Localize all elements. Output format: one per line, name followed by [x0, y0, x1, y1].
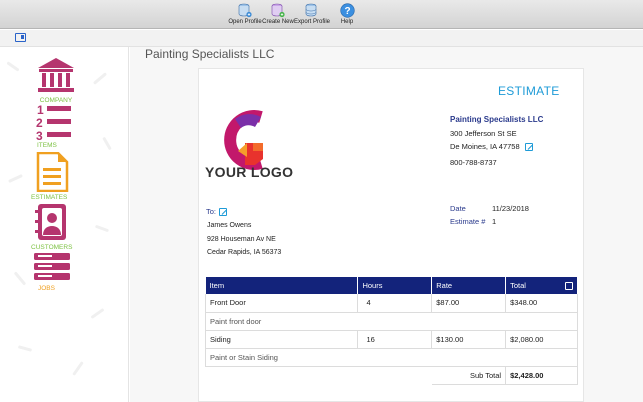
sidebar-item-label: ITEMS	[37, 142, 57, 149]
item-cell: Front Door	[204, 294, 359, 313]
estimate-heading: ESTIMATE	[498, 84, 560, 98]
numbered-list-icon: 1 2 3	[36, 103, 71, 143]
table-row[interactable]: Siding 16 $130.00 $2,080.00	[204, 330, 578, 349]
client-city: Cedar Rapids, IA 56373	[207, 249, 282, 256]
subtotal-value: $2,428.00	[505, 366, 578, 385]
background-squiggle	[94, 224, 110, 233]
background-squiggle	[6, 61, 20, 72]
svg-text:1: 1	[37, 103, 44, 117]
svg-text:?: ?	[344, 6, 350, 17]
sidebar-item-label: ESTIMATES	[31, 194, 68, 201]
company-phone: 800-788-8737	[450, 158, 497, 167]
company-name: Painting Specialists LLC	[450, 115, 544, 124]
column-header-item: Item	[205, 277, 359, 294]
edit-icon[interactable]	[524, 143, 533, 152]
client-street: 928 Houseman Av NE	[207, 236, 276, 243]
database-open-icon	[238, 3, 252, 18]
svg-text:2: 2	[36, 116, 43, 130]
company-city-line: De Moines, IA 47758	[450, 142, 533, 152]
rate-cell: $87.00	[431, 294, 507, 313]
stack-icon	[34, 253, 70, 280]
sub-toolbar	[0, 30, 643, 47]
table-row-description[interactable]: Paint front door	[205, 312, 578, 331]
column-header-rate: Rate	[431, 277, 507, 294]
background-squiggle	[8, 173, 23, 184]
sidebar: COMPANY 1 2 3 ITEMS ESTIMATES CUSTOMERS …	[0, 47, 129, 402]
estimate-number-label: Estimate #	[450, 217, 486, 226]
sidebar-toggle-icon[interactable]	[15, 33, 26, 42]
sidebar-item-label: JOBS	[38, 285, 55, 292]
hours-cell: 16	[357, 330, 433, 349]
subtotal-row: Sub Total $2,428.00	[206, 366, 578, 385]
column-header-total-label: Total	[510, 281, 526, 290]
bank-icon	[38, 58, 74, 92]
total-cell: $2,080.00	[505, 330, 578, 349]
table-header-row: Item Hours Rate Total	[205, 277, 578, 294]
subtotal-label: Sub Total	[431, 366, 507, 385]
sidebar-item-items[interactable]: 1 2 3 ITEMS	[31, 103, 81, 149]
total-cell: $348.00	[505, 294, 578, 313]
edit-icon[interactable]	[219, 208, 228, 217]
client-name: James Owens	[207, 222, 252, 229]
sidebar-item-estimates[interactable]: ESTIMATES	[31, 151, 81, 201]
date-value[interactable]: 11/23/2018	[492, 204, 529, 213]
to-label: To:	[206, 207, 217, 216]
background-squiggle	[13, 271, 27, 286]
hours-cell: 4	[357, 294, 433, 313]
background-squiggle	[17, 345, 33, 352]
background-squiggle	[102, 136, 112, 151]
svg-text:3: 3	[36, 129, 43, 141]
item-cell: Siding	[204, 330, 359, 349]
main-panel: Painting Specialists LLC YOUR LOGO ESTIM…	[130, 47, 643, 402]
help-label: Help	[340, 19, 354, 25]
sidebar-item-company[interactable]: COMPANY	[31, 57, 81, 104]
estimate-document: YOUR LOGO ESTIMATE Painting Specialists …	[198, 68, 584, 402]
logo-text: YOUR LOGO	[205, 164, 294, 180]
edit-icon[interactable]	[565, 282, 573, 290]
toolbar: Open Profile Create New Export Profile ?…	[0, 0, 643, 29]
column-header-hours: Hours	[357, 277, 433, 294]
table-row[interactable]: Front Door 4 $87.00 $348.00	[204, 294, 578, 313]
page-title: Painting Specialists LLC	[145, 47, 275, 61]
contact-book-icon	[35, 204, 66, 240]
sidebar-item-jobs[interactable]: JOBS	[31, 252, 81, 292]
database-add-icon	[271, 3, 285, 18]
description-cell: Paint front door	[205, 312, 578, 331]
to-label-line: To:	[206, 207, 228, 217]
background-squiggle	[92, 72, 108, 85]
estimate-number-value[interactable]: 1	[492, 217, 496, 226]
help-button[interactable]: ? Help	[325, 3, 369, 28]
company-city: De Moines, IA 47758	[450, 142, 520, 151]
rate-cell: $130.00	[431, 330, 507, 349]
sidebar-item-label: CUSTOMERS	[31, 244, 73, 251]
background-squiggle	[72, 361, 84, 376]
background-squiggle	[90, 307, 105, 320]
document-icon	[36, 151, 69, 193]
line-items-table: Item Hours Rate Total Front Door 4 $87.0…	[204, 277, 578, 385]
empty-cell	[206, 366, 432, 384]
table-row-description[interactable]: Paint or Stain Siding	[205, 348, 578, 367]
date-label: Date	[450, 204, 466, 213]
database-export-icon	[305, 3, 317, 17]
help-icon: ?	[339, 3, 355, 18]
column-header-total: Total	[505, 277, 578, 294]
description-cell: Paint or Stain Siding	[205, 348, 578, 367]
sidebar-item-customers[interactable]: CUSTOMERS	[31, 202, 81, 251]
company-street: 300 Jefferson St SE	[450, 129, 517, 138]
